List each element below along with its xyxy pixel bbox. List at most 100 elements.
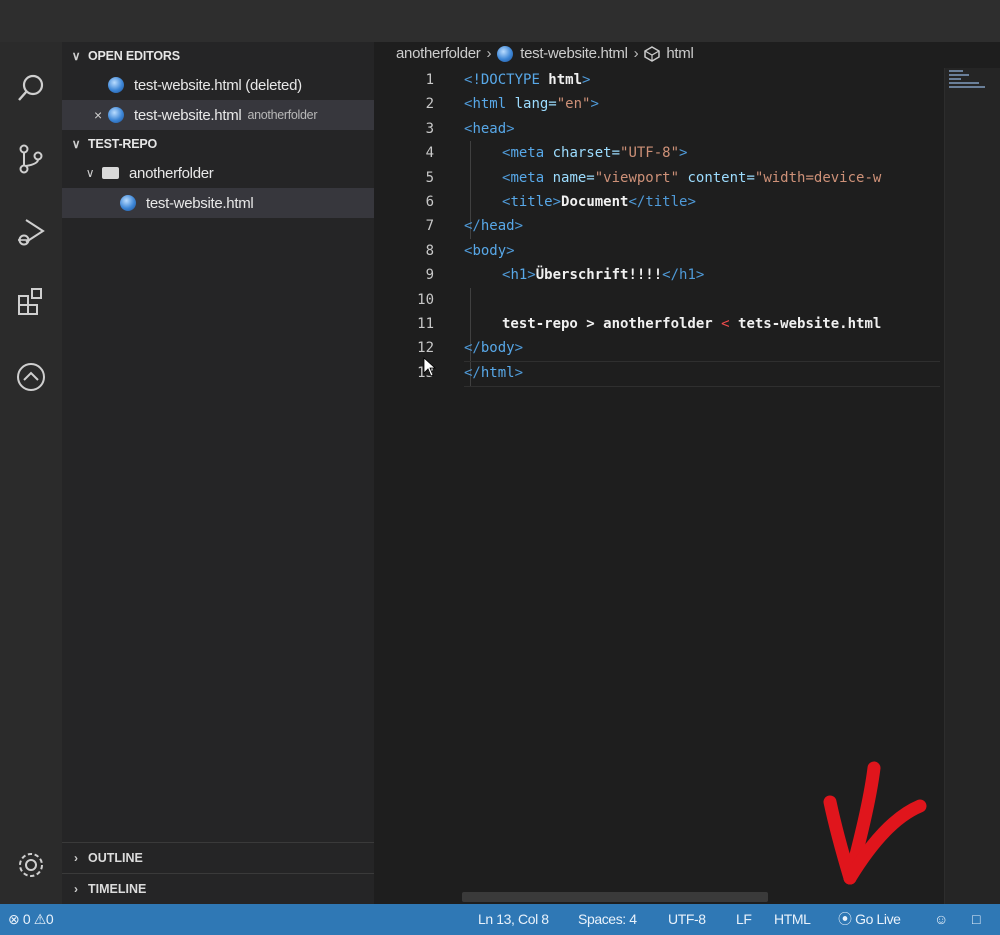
line-number: 5	[425, 169, 434, 186]
breadcrumb-folder[interactable]: anotherfolder	[396, 43, 481, 65]
html-file-icon	[108, 77, 124, 93]
code-token: >	[527, 267, 536, 284]
activity-bar	[0, 42, 62, 904]
code-token: html	[539, 72, 583, 88]
repo-header[interactable]: ∨ TEST-REPO	[62, 130, 374, 158]
code-token: title	[510, 193, 553, 210]
problems-indicator[interactable]: ⊗ 0 ⚠0	[8, 904, 54, 935]
open-editor-item-active[interactable]: × test-website.html anotherfolder	[62, 100, 374, 130]
chevron-right-icon: ›	[74, 851, 78, 865]
code-text: <!DOCTYPE html>	[464, 68, 590, 92]
code-line[interactable]: 4 <meta charset="UTF-8">	[374, 141, 940, 165]
code-line[interactable]: 8 <body>	[374, 239, 940, 263]
html-file-icon	[497, 46, 514, 62]
code-token: </	[464, 364, 481, 381]
minimap-line	[949, 82, 979, 84]
code-text: <h1>Überschrift!!!!</h1>	[502, 263, 704, 287]
code-line[interactable]: 13 </html>	[374, 360, 940, 387]
outline-header[interactable]: › OUTLINE	[62, 842, 374, 873]
code-line[interactable]: 3 <head>	[374, 117, 940, 141]
end-of-line[interactable]: LF	[736, 904, 752, 935]
code-token: >	[582, 72, 591, 88]
line-number: 1	[425, 72, 434, 88]
line-number: 2	[425, 96, 434, 113]
current-line-highlight	[464, 360, 940, 387]
code-token: tets-website.html	[729, 315, 882, 332]
code-line[interactable]: 5 <meta name="viewport" content="width=de…	[374, 166, 940, 190]
code-text: <meta charset="UTF-8">	[502, 141, 687, 165]
extensions-icon[interactable]	[0, 278, 62, 324]
minimap-line	[949, 70, 963, 72]
chevron-right-icon: ›	[633, 45, 639, 62]
encoding[interactable]: UTF-8	[668, 904, 706, 935]
line-number: 11	[417, 315, 434, 332]
chevron-right-icon: ›	[486, 45, 492, 62]
code-token: >	[514, 340, 524, 357]
indentation[interactable]: Spaces: 4	[578, 904, 637, 935]
mouse-cursor-icon	[423, 357, 437, 377]
chevron-right-icon: ›	[74, 882, 78, 896]
code-token: body	[480, 340, 515, 357]
code-line[interactable]: 1 <!DOCTYPE html>	[374, 68, 940, 92]
feedback-icon[interactable]: ☺	[934, 904, 948, 935]
html-file-icon	[120, 195, 136, 211]
status-bar: ⊗ 0 ⚠0 Ln 13, Col 8 Spaces: 4 UTF-8 LF H…	[0, 904, 1000, 935]
symbol-icon	[644, 46, 661, 62]
code-line[interactable]: 9 <h1>Überschrift!!!!</h1>	[374, 263, 940, 287]
file-item-selected[interactable]: test-website.html	[62, 188, 374, 218]
folder-item[interactable]: ∨ anotherfolder	[62, 158, 374, 188]
code-editor[interactable]: 1 <!DOCTYPE html> 2 <html lang="en"> 3 <head>…	[374, 68, 940, 387]
explorer-sidebar: ∨ OPEN EDITORS test-website.html (delete…	[62, 42, 374, 904]
minimap-line	[949, 74, 969, 76]
chevron-down-icon: ∨	[85, 166, 95, 180]
code-line[interactable]: 11 test-repo > anotherfolder < tets-websi…	[374, 312, 940, 336]
search-icon[interactable]	[0, 66, 62, 112]
code-token: </	[464, 218, 481, 235]
code-line[interactable]: 12 </body>	[374, 336, 940, 360]
code-text: <head>	[464, 117, 515, 141]
code-token: html	[472, 96, 507, 113]
code-text: <body>	[464, 239, 515, 263]
code-token: "width=device-w	[754, 169, 882, 186]
timeline-header[interactable]: › TIMELINE	[62, 873, 374, 904]
code-token: </title>	[628, 193, 696, 210]
code-text: <html lang="en">	[464, 92, 599, 116]
close-icon[interactable]: ×	[90, 107, 106, 123]
code-token: test-repo > anotherfolder	[502, 315, 722, 332]
code-token: lang=	[506, 96, 557, 113]
title-bar	[0, 0, 1000, 42]
horizontal-scrollbar[interactable]	[462, 892, 768, 902]
line-number: 4	[425, 145, 434, 162]
code-line[interactable]: 2 <html lang="en">	[374, 92, 940, 116]
run-debug-icon[interactable]	[0, 208, 62, 254]
open-editors-header[interactable]: ∨ OPEN EDITORS	[62, 42, 374, 70]
code-line[interactable]: 10	[374, 288, 940, 312]
breadcrumb-file[interactable]: test-website.html	[520, 43, 628, 65]
minimap[interactable]	[944, 68, 1000, 904]
code-token: html	[480, 364, 515, 381]
breadcrumb-symbol[interactable]: html	[666, 43, 693, 65]
remote-icon[interactable]	[0, 354, 62, 400]
open-editor-item[interactable]: test-website.html (deleted)	[62, 70, 374, 100]
code-text: </body>	[464, 336, 523, 360]
source-control-icon[interactable]	[0, 136, 62, 182]
code-token: !DOCTYPE	[472, 72, 540, 88]
breadcrumb: anotherfolder › test-website.html › html	[374, 42, 1000, 66]
code-token: name=	[544, 169, 595, 186]
notifications-bell-icon[interactable]: □	[972, 904, 980, 935]
code-token: h1	[510, 267, 528, 284]
code-line[interactable]: 7 </head>	[374, 214, 940, 238]
settings-gear-icon[interactable]	[0, 842, 62, 888]
code-token: >	[590, 96, 599, 113]
editor-area: anotherfolder › test-website.html › html…	[374, 42, 1000, 904]
go-live-button[interactable]: ⦿ Go Live	[838, 904, 901, 935]
code-token: </	[464, 340, 481, 357]
code-line[interactable]: 6 <title>Document</title>	[374, 190, 940, 214]
language-mode[interactable]: HTML	[774, 904, 811, 935]
code-token: </h1>	[662, 267, 705, 284]
code-token: >	[552, 193, 562, 210]
vscode-window: ∨ OPEN EDITORS test-website.html (delete…	[0, 0, 1000, 935]
code-token: Document	[561, 193, 629, 210]
cursor-position[interactable]: Ln 13, Col 8	[478, 904, 549, 935]
folder-icon	[102, 167, 119, 179]
